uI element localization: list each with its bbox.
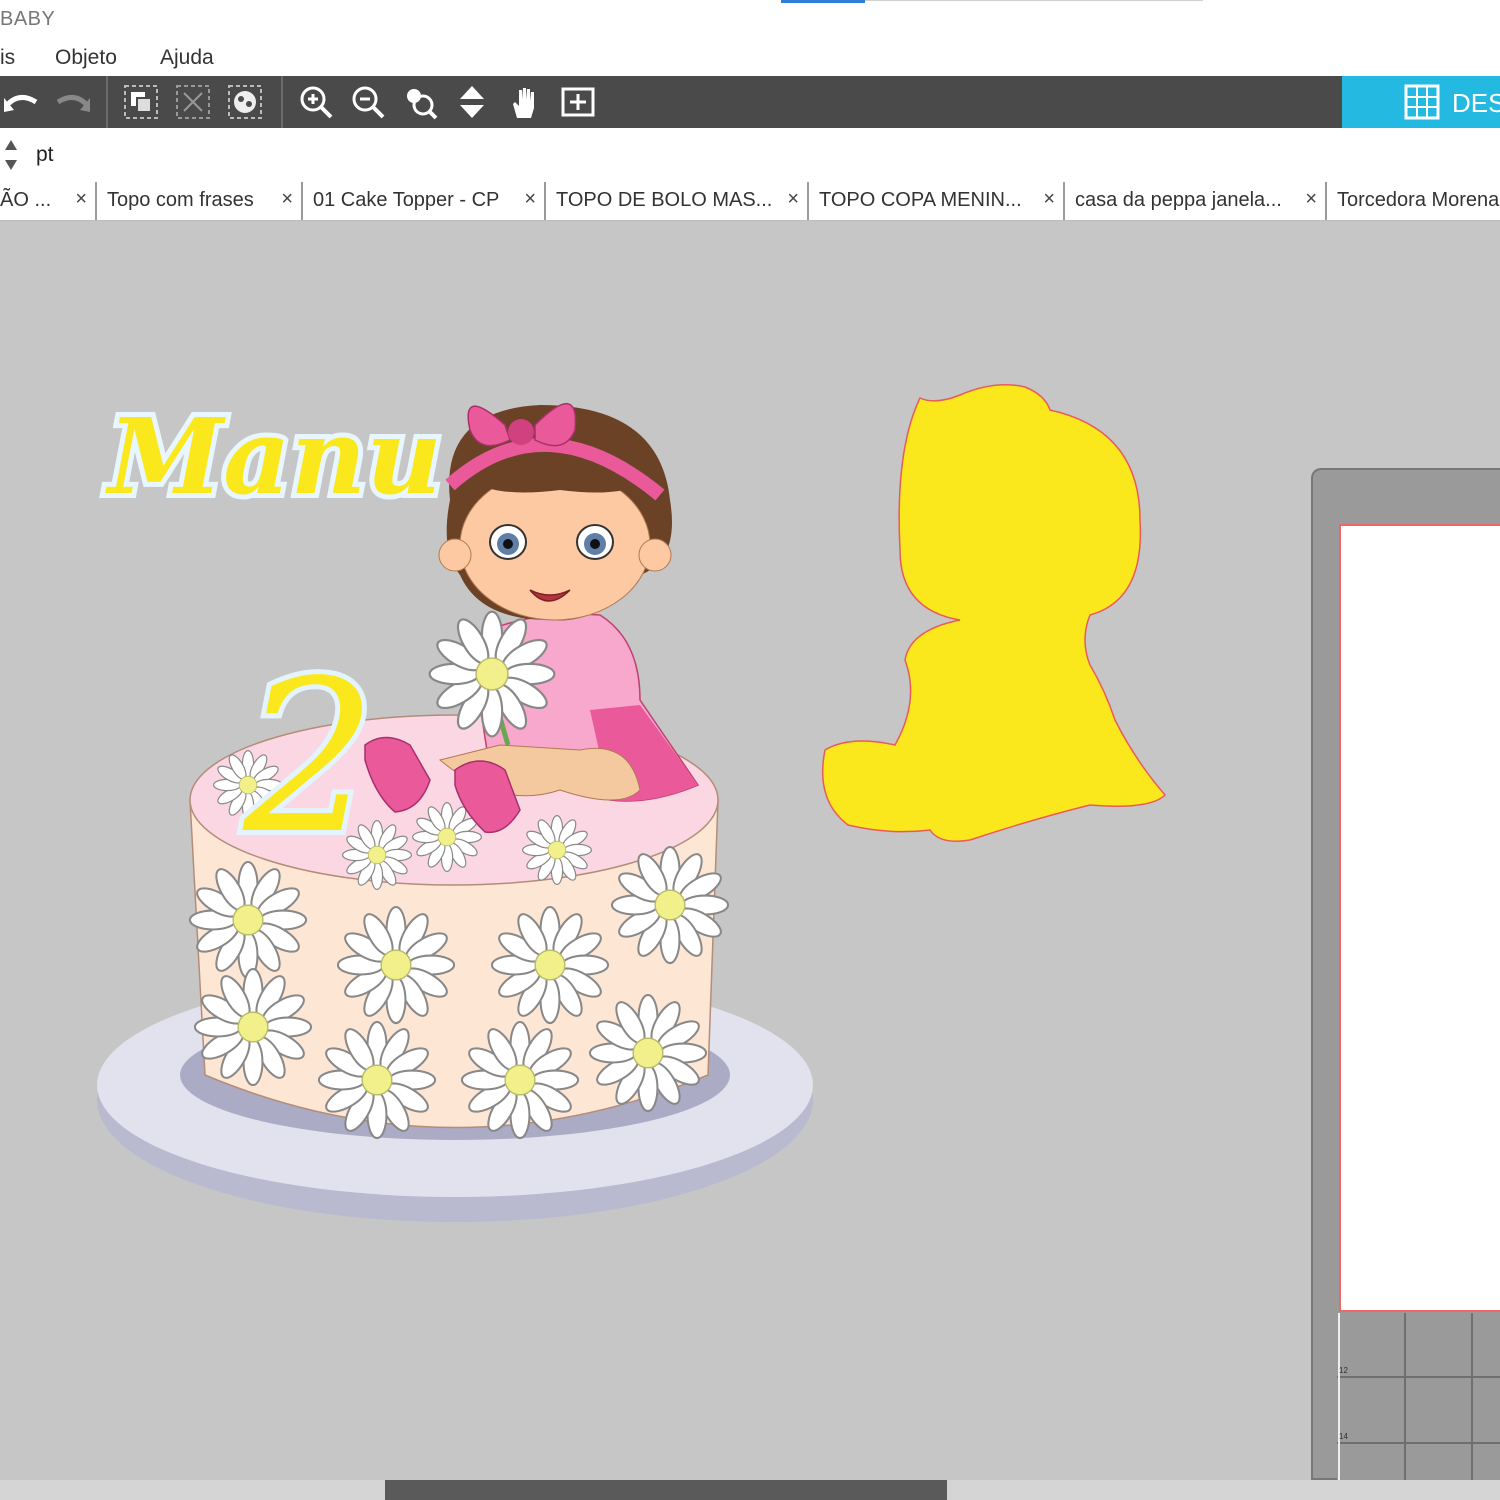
mat-grid [1337, 1313, 1500, 1482]
offset-silhouette[interactable] [0, 0, 1500, 1500]
page-area [1339, 524, 1500, 1312]
ruler-label: 14 [1339, 1432, 1348, 1441]
ruler-label: 12 [1339, 1366, 1348, 1375]
cutting-mat: 12 14 [1311, 468, 1500, 1482]
horizontal-scrollbar-thumb[interactable] [385, 1480, 947, 1500]
